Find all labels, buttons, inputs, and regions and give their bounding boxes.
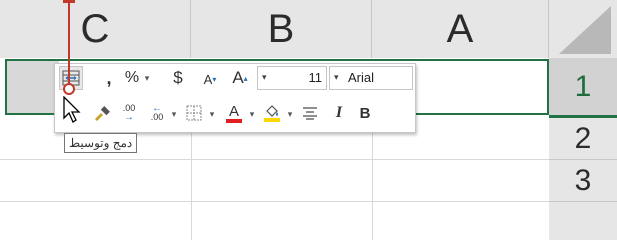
font-color-dropdown-arrow[interactable]: ▾ bbox=[247, 106, 257, 122]
mini-toolbar: , % ▾ $ A ▾ A ▴ ▾ 11 ▾ Arial .00 → ← .00 ▾… bbox=[54, 63, 416, 133]
currency-button[interactable]: $ bbox=[169, 66, 187, 90]
borders-button[interactable] bbox=[183, 102, 205, 124]
percent-dropdown-arrow[interactable]: ▾ bbox=[142, 69, 152, 87]
font-color-button[interactable]: A bbox=[223, 100, 245, 126]
format-painter-icon bbox=[95, 106, 110, 121]
increase-decimal-button[interactable]: ← .00 bbox=[145, 102, 169, 124]
decrease-font-icon: A bbox=[203, 71, 213, 87]
increase-font-icon: A bbox=[232, 68, 244, 87]
bold-button[interactable]: B bbox=[355, 102, 375, 124]
row-header-2[interactable]: 2 bbox=[549, 118, 617, 160]
font-name-dropdown-arrow[interactable]: ▾ bbox=[334, 72, 339, 83]
borders-icon bbox=[186, 105, 202, 121]
paint-bucket-icon bbox=[266, 105, 278, 117]
fill-color-button[interactable] bbox=[261, 100, 283, 126]
row-header-4[interactable] bbox=[549, 202, 617, 240]
font-color-icon: A bbox=[228, 102, 239, 120]
font-size-dropdown-arrow[interactable]: ▾ bbox=[262, 72, 267, 83]
selected-cell-shading bbox=[7, 61, 59, 113]
fill-color-dropdown-arrow[interactable]: ▾ bbox=[285, 106, 295, 122]
column-header-b[interactable]: B bbox=[191, 0, 372, 58]
merge-center-tooltip: دمج وتوسيط bbox=[64, 133, 138, 153]
decrease-decimal-button[interactable]: .00 → bbox=[117, 102, 141, 124]
annotation-pointer-ring bbox=[63, 83, 75, 95]
grid-line bbox=[372, 118, 373, 240]
format-painter-button[interactable] bbox=[91, 102, 113, 124]
select-all-corner[interactable] bbox=[549, 0, 617, 58]
font-size-combo[interactable]: ▾ 11 bbox=[257, 66, 327, 90]
decrease-font-button[interactable]: A ▾ bbox=[201, 68, 219, 90]
increase-decimal-icon: .00 bbox=[150, 112, 164, 122]
center-align-button[interactable] bbox=[299, 102, 321, 124]
comma-style-button[interactable]: , bbox=[99, 66, 119, 90]
font-name-value[interactable]: Arial bbox=[348, 70, 374, 85]
grid-line bbox=[0, 201, 549, 202]
annotation-pointer-line bbox=[68, 0, 70, 84]
row-header-3[interactable]: 3 bbox=[549, 160, 617, 202]
row-header-1[interactable]: 1 bbox=[549, 58, 617, 118]
mouse-pointer-icon bbox=[63, 96, 81, 123]
column-header-a[interactable]: A bbox=[372, 0, 549, 58]
grid-line bbox=[191, 118, 192, 240]
increase-font-button[interactable]: A ▴ bbox=[229, 66, 251, 90]
italic-button[interactable]: I bbox=[329, 102, 349, 124]
font-name-combo[interactable]: ▾ Arial bbox=[329, 66, 413, 90]
column-header-c[interactable]: C bbox=[0, 0, 191, 58]
percent-style-button[interactable]: % bbox=[121, 66, 143, 90]
borders-dropdown-arrow[interactable]: ▾ bbox=[207, 106, 217, 122]
center-align-icon bbox=[303, 107, 317, 120]
decimal-dropdown-arrow[interactable]: ▾ bbox=[169, 106, 179, 122]
font-size-value[interactable]: 11 bbox=[309, 70, 323, 85]
grid-line bbox=[0, 159, 549, 160]
